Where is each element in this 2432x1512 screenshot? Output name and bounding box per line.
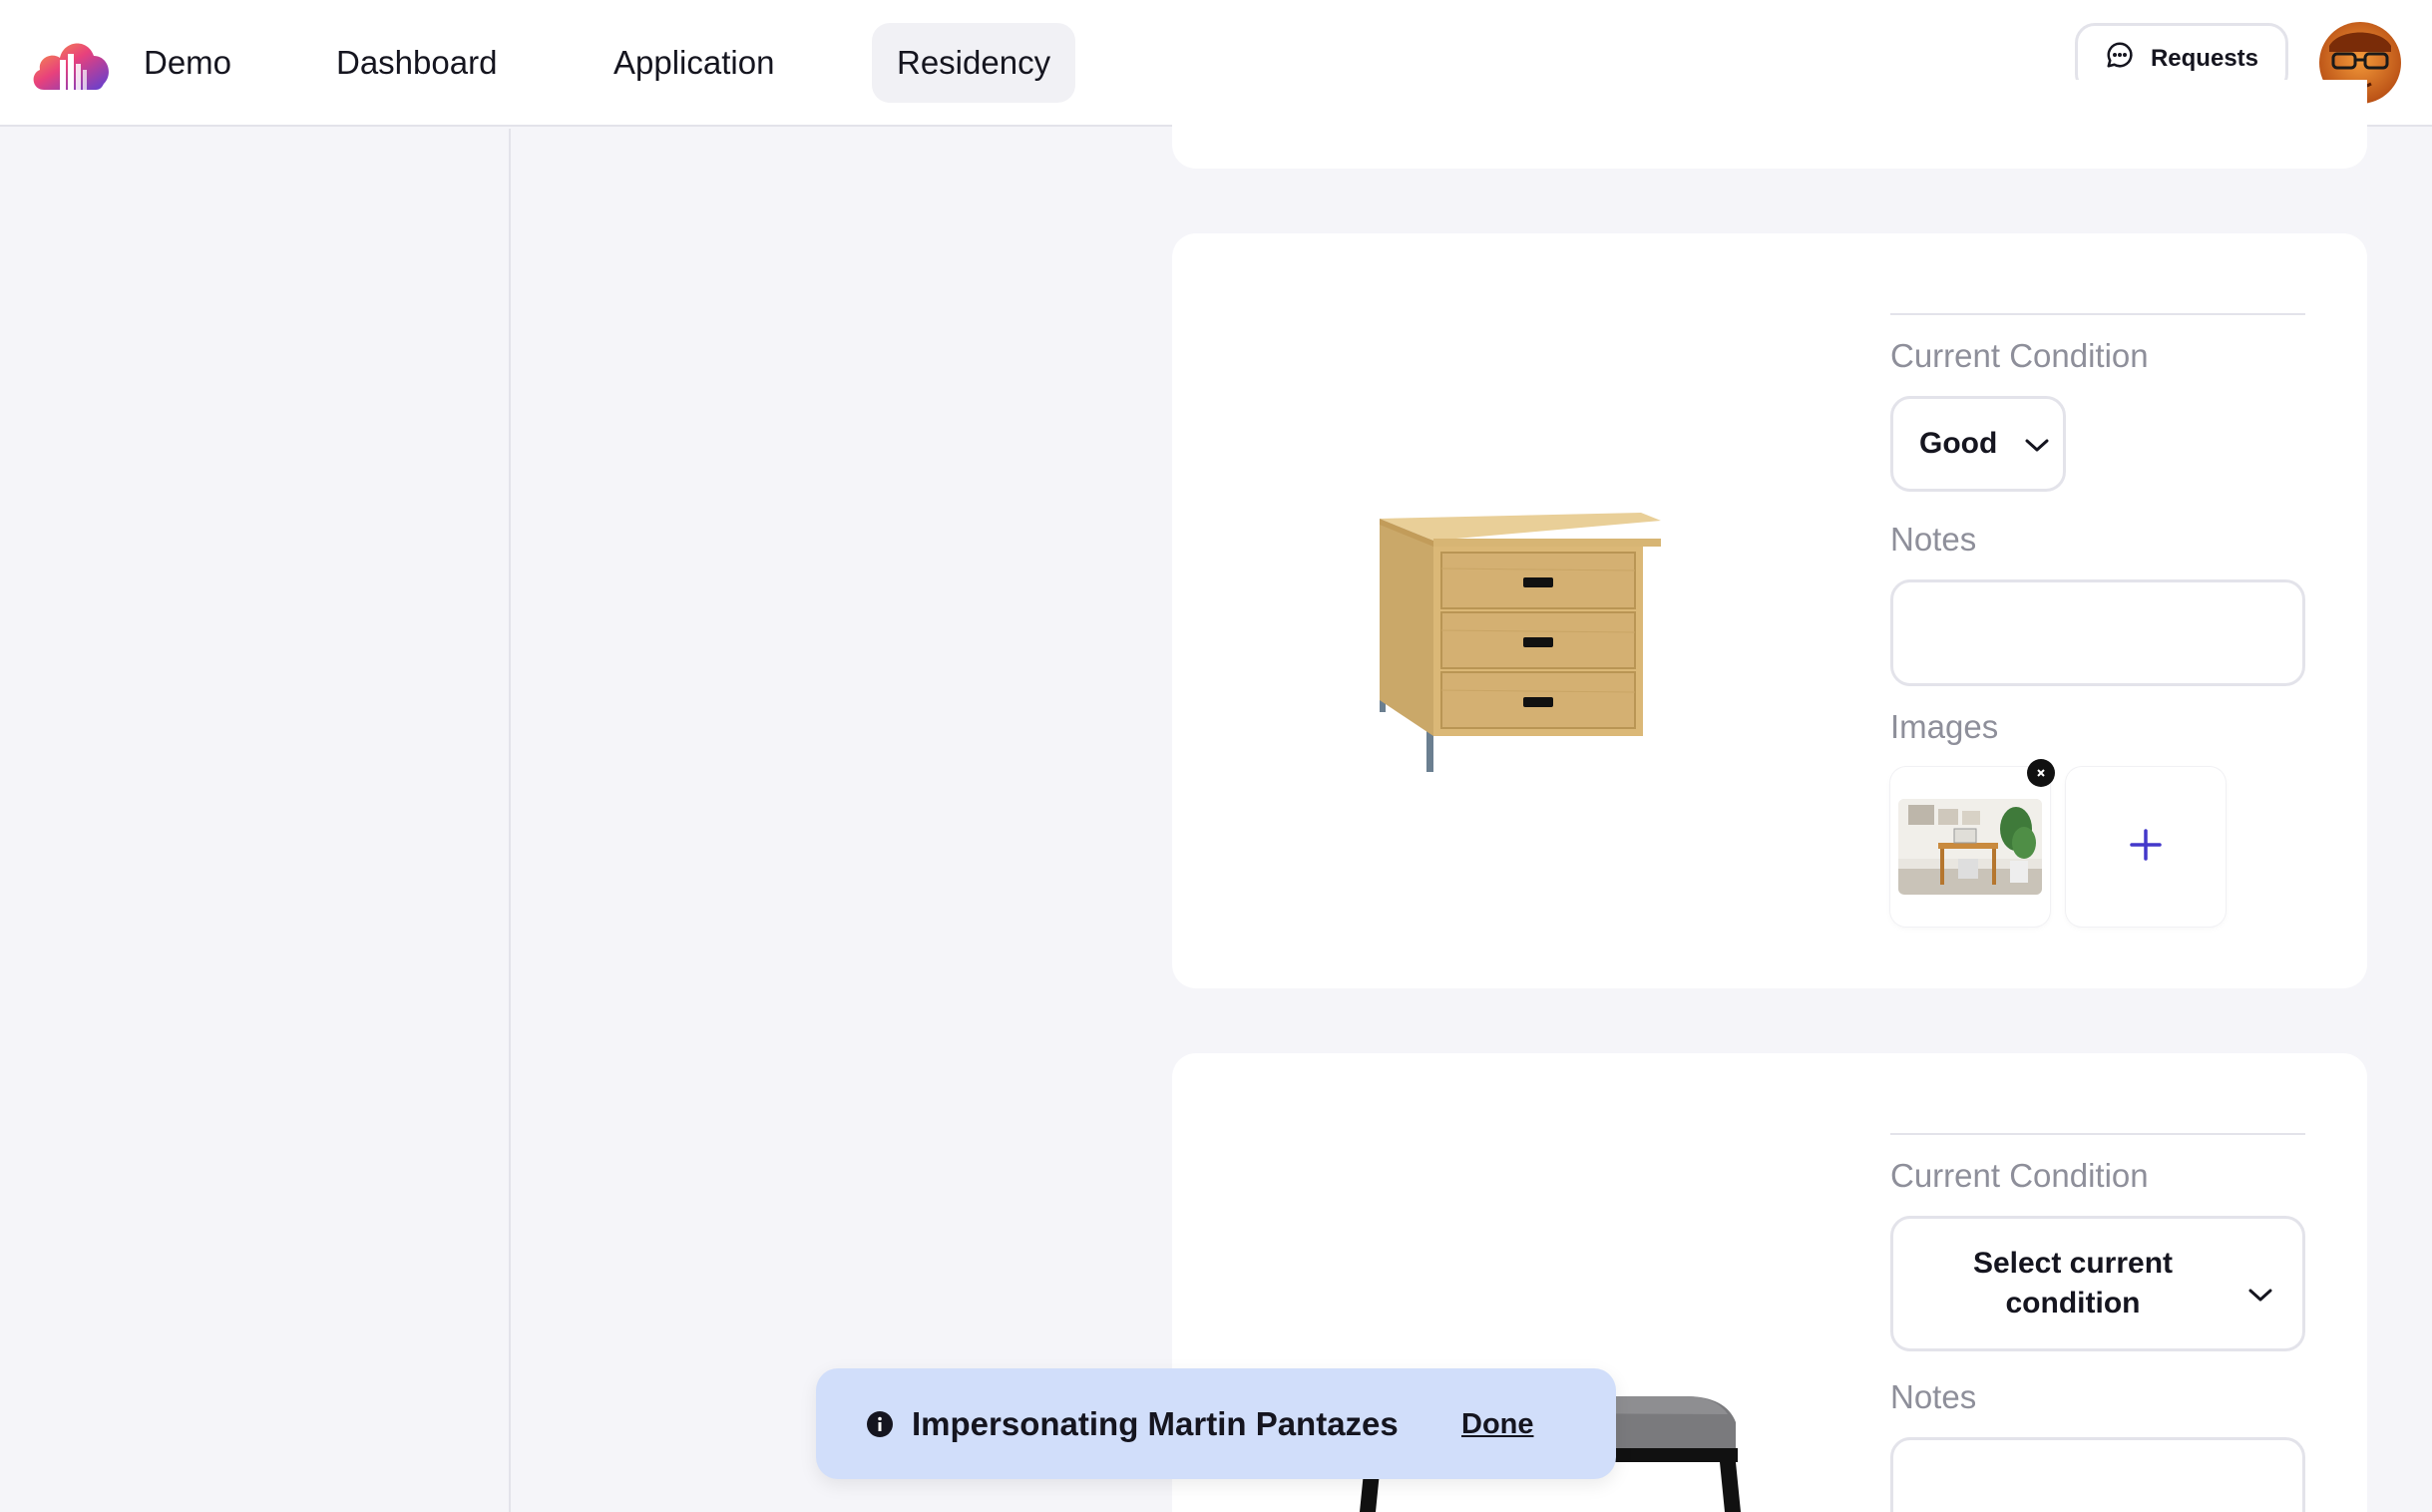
nav-residency[interactable]: Residency: [872, 23, 1076, 103]
uploaded-photo[interactable]: [1898, 799, 2042, 895]
section-divider: [1890, 1133, 2305, 1135]
notes-input[interactable]: [1890, 579, 2305, 686]
notes-label: Notes: [1890, 521, 1977, 558]
close-icon: [2037, 769, 2045, 777]
current-condition-label: Current Condition: [1890, 1157, 2149, 1194]
condition-select[interactable]: Select current condition: [1890, 1216, 2305, 1351]
image-thumbnail[interactable]: [1890, 759, 2055, 927]
nav-application[interactable]: Application: [589, 23, 799, 103]
notes-label: Notes: [1890, 1378, 1977, 1415]
current-condition-label: Current Condition: [1890, 337, 2149, 374]
dresser-icon: [1372, 501, 1671, 795]
add-image-button[interactable]: [2066, 767, 2226, 927]
condition-placeholder: Select current condition: [1972, 1247, 2174, 1320]
info-icon: [866, 1410, 894, 1443]
notes-input[interactable]: [1890, 1437, 2305, 1512]
section-divider: [1890, 313, 2305, 315]
impersonation-message: Impersonating Martin Pantazes: [912, 1405, 1399, 1442]
images-label: Images: [1890, 708, 1999, 745]
chevron-down-icon: [2248, 1274, 2272, 1314]
impersonation-banner: Impersonating Martin Pantazes Done: [816, 1368, 1616, 1479]
condition-value: Good: [1919, 427, 1998, 460]
left-sidebar: [0, 129, 511, 1512]
remove-image-button[interactable]: [2027, 759, 2055, 787]
brand-name[interactable]: Demo: [144, 44, 231, 82]
requests-label: Requests: [2150, 44, 2259, 72]
item-card-dresser: Current Condition Good Notes Images: [1172, 233, 2367, 988]
done-link[interactable]: Done: [1461, 1408, 1534, 1441]
app-logo-icon[interactable]: [30, 34, 112, 92]
nav-dashboard[interactable]: Dashboard: [311, 23, 522, 103]
chat-bubble-icon: [2105, 40, 2135, 77]
item-card-previous: [1172, 80, 2367, 169]
chevron-down-icon: [2025, 427, 2049, 461]
condition-select[interactable]: Good: [1890, 396, 2066, 492]
plus-icon: [2129, 828, 2163, 867]
